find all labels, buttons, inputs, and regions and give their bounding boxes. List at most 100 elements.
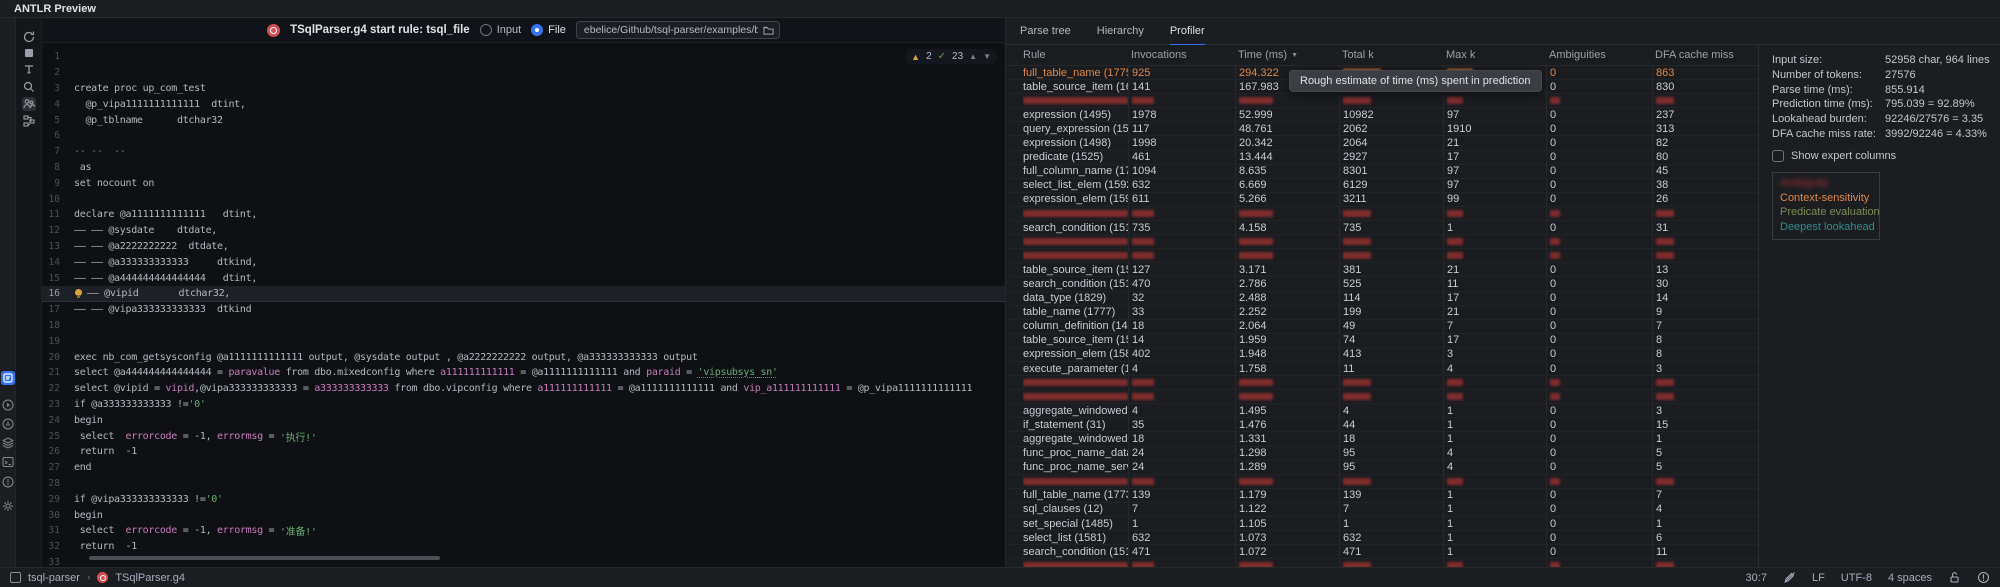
table-row[interactable]: aggregate_windowed...181.33118101 [1006, 432, 1758, 446]
input-file-path-field[interactable]: ebelice/Github/tsql-parser/examples/big.… [576, 21, 780, 39]
code-line[interactable]: 30begin [42, 507, 1005, 523]
code-line[interactable]: 1 [42, 49, 1005, 65]
code-line[interactable]: 27end [42, 460, 1005, 476]
table-row[interactable]: predicate (1525)46113.444292717080 [1006, 151, 1758, 165]
code-line[interactable]: 16—— @vipid dtchar32, [42, 286, 1005, 302]
table-row-redacted[interactable] [1006, 475, 1758, 489]
code-line[interactable]: 8 as [42, 160, 1005, 176]
code-line[interactable]: 19 [42, 333, 1005, 349]
code-line[interactable]: 23if @a333333333333 !='0' [42, 397, 1005, 413]
table-row[interactable]: expression (1498)199820.342206421082 [1006, 136, 1758, 150]
terminal-toolwindow-icon[interactable] [2, 456, 14, 468]
table-row-redacted[interactable] [1006, 94, 1758, 108]
refresh-icon[interactable] [22, 30, 36, 44]
table-row[interactable]: aggregate_windowed...41.4954103 [1006, 404, 1758, 418]
run-toolwindow-icon[interactable] [2, 399, 14, 411]
table-row-redacted[interactable] [1006, 249, 1758, 263]
column-header[interactable]: Rule [1023, 49, 1128, 61]
table-row-redacted[interactable] [1006, 376, 1758, 390]
browse-folder-icon[interactable] [763, 25, 774, 36]
text-size-icon[interactable] [22, 63, 36, 77]
table-row[interactable]: table_source_item (15...141.959741708 [1006, 334, 1758, 348]
breadcrumb-file[interactable]: TSqlParser.g4 [115, 572, 185, 584]
table-row-redacted[interactable] [1006, 207, 1758, 221]
intention-bulb-icon[interactable] [75, 289, 83, 297]
caret-position[interactable]: 30:7 [1746, 572, 1767, 584]
table-row[interactable]: set_special (1485)11.1051101 [1006, 517, 1758, 531]
column-header[interactable]: Invocations [1128, 49, 1235, 61]
table-row[interactable]: search_condition (1519)7354.1587351031 [1006, 221, 1758, 235]
encoding-indicator[interactable]: UTF-8 [1841, 572, 1872, 584]
code-line[interactable]: 18 [42, 318, 1005, 334]
services-toolwindow-icon[interactable] [2, 437, 14, 449]
code-line[interactable]: 3create proc up_com_test [42, 81, 1005, 97]
table-row[interactable]: expression_elem (1590)6115.266321199026 [1006, 193, 1758, 207]
search-icon[interactable] [22, 80, 36, 94]
table-row[interactable]: expression (1495)197852.99910982970237 [1006, 108, 1758, 122]
table-row[interactable]: execute_parameter (1...41.75811403 [1006, 362, 1758, 376]
code-line[interactable]: 14—— —— @a333333333333 dtkind, [42, 254, 1005, 270]
code-line[interactable]: 7-- -- -- [42, 144, 1005, 160]
table-row[interactable]: func_proc_name_serv...241.28995405 [1006, 461, 1758, 475]
table-row[interactable]: table_name (1777)332.2521992109 [1006, 306, 1758, 320]
table-row[interactable]: query_expression (1527)11748.76120621910… [1006, 122, 1758, 136]
table-row[interactable]: full_table_name (1773)1391.179139107 [1006, 489, 1758, 503]
code-line[interactable]: 26 return -1 [42, 444, 1005, 460]
hierarchy-icon[interactable] [22, 114, 36, 128]
code-line[interactable]: 12—— —— @sysdate dtdate, [42, 223, 1005, 239]
notifications-icon[interactable] [1977, 571, 1990, 584]
breadcrumb-project[interactable]: tsql-parser [28, 572, 80, 584]
table-row-redacted[interactable] [1006, 559, 1758, 567]
stop-icon[interactable] [22, 46, 36, 60]
code-line[interactable]: 21select @a444444444444444 = paravalue f… [42, 365, 1005, 381]
table-row[interactable]: select_list (1581)6321.073632106 [1006, 531, 1758, 545]
table-row[interactable]: column_definition (1421)182.06449707 [1006, 320, 1758, 334]
read-only-pen-icon[interactable] [1783, 571, 1796, 584]
table-row[interactable]: if_statement (31)351.476441015 [1006, 418, 1758, 432]
code-line[interactable]: 10 [42, 191, 1005, 207]
code-line[interactable]: 24begin [42, 412, 1005, 428]
code-line[interactable]: 11declare @a1111111111111 dtint, [42, 207, 1005, 223]
code-line[interactable]: 29if @vipa333333333333 !='0' [42, 491, 1005, 507]
code-line[interactable]: 5 @p_tblname dtchar32 [42, 112, 1005, 128]
antlr-toolwindow-icon[interactable]: A [2, 418, 14, 430]
line-ending-indicator[interactable]: LF [1812, 572, 1825, 584]
column-header[interactable]: Max k [1443, 49, 1546, 61]
table-row[interactable]: expression_elem (1589)4021.948413308 [1006, 348, 1758, 362]
tab-profiler[interactable]: Profiler [1170, 18, 1205, 45]
code-line[interactable]: 28 [42, 476, 1005, 492]
table-row[interactable]: search_condition (1517)4702.78652511030 [1006, 277, 1758, 291]
table-row[interactable]: data_type (1829)322.48811417014 [1006, 292, 1758, 306]
profiler-icon[interactable] [22, 97, 36, 111]
table-row[interactable]: table_source_item (15...1273.17138121013 [1006, 263, 1758, 277]
code-line[interactable]: 4 @p_vipa1111111111111 dtint, [42, 96, 1005, 112]
code-line[interactable]: 32 return -1 [42, 539, 1005, 555]
profiler-table-header[interactable]: RuleInvocationsTime (ms)▼Total kMax kAmb… [1006, 45, 1758, 66]
column-header[interactable]: Total k [1339, 49, 1443, 61]
tab-hierarchy[interactable]: Hierarchy [1097, 18, 1144, 45]
table-row[interactable]: sql_clauses (12)71.1227104 [1006, 503, 1758, 517]
code-line[interactable]: 17—— —— @vipa333333333333 dtkind [42, 302, 1005, 318]
column-header[interactable]: Ambiguities [1546, 49, 1652, 61]
antlr-preview-toolwindow-icon[interactable] [1, 371, 15, 385]
input-radio[interactable]: Input [480, 24, 521, 36]
column-header[interactable]: DFA cache miss [1652, 49, 1758, 61]
sql-code-editor[interactable]: 123create proc up_com_test4 @p_vipa11111… [42, 43, 1005, 567]
code-line[interactable]: 31 select errorcode = -1, errormsg = '准备… [42, 523, 1005, 539]
table-row-redacted[interactable] [1006, 235, 1758, 249]
code-line[interactable]: 15—— —— @a444444444444444 dtint, [42, 270, 1005, 286]
indent-indicator[interactable]: 4 spaces [1888, 572, 1932, 584]
table-row[interactable]: func_proc_name_data...241.29895405 [1006, 447, 1758, 461]
table-row[interactable]: full_column_name (17...10948.63583019704… [1006, 165, 1758, 179]
code-line[interactable]: 13—— —— @a2222222222 dtdate, [42, 239, 1005, 255]
file-radio[interactable]: File [531, 24, 566, 36]
horizontal-scrollbar[interactable] [89, 556, 440, 560]
code-line[interactable]: 20exec nb_com_getsysconfig @a11111111111… [42, 349, 1005, 365]
code-line[interactable]: 2 [42, 65, 1005, 81]
radio-circle-icon[interactable] [480, 24, 492, 36]
table-row[interactable]: search_condition (1516)4711.0724711011 [1006, 545, 1758, 559]
unlock-icon[interactable] [1948, 571, 1961, 584]
problems-toolwindow-icon[interactable] [2, 476, 14, 488]
code-line[interactable]: 9set nocount on [42, 175, 1005, 191]
column-header[interactable]: Time (ms)▼ [1235, 49, 1339, 61]
